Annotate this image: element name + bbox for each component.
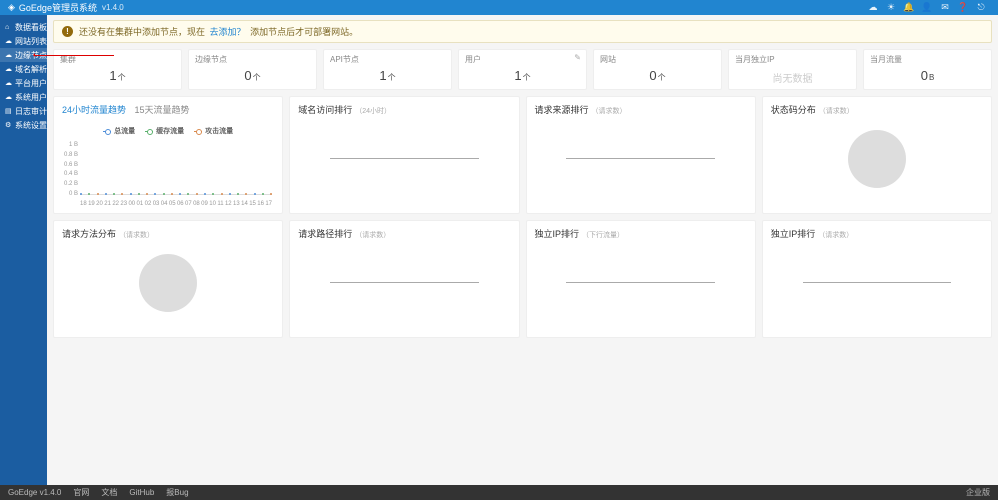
chart-legend: 总流量 缓存流量 攻击流量 [62,126,274,136]
edit-icon[interactable]: ✎ [574,53,581,62]
panel-method-dist: 请求方法分布（请求数） [53,220,283,338]
user-icon[interactable]: 👤 [918,2,936,13]
footer-version: GoEdge v1.4.0 [8,488,61,497]
footer-edition: 企业版 [966,487,990,498]
footer: GoEdge v1.4.0 官网 文档 GitHub 报Bug 企业版 [0,485,998,500]
empty-placeholder [566,158,715,159]
empty-placeholder [330,282,479,283]
stats-row: 集群1个边缘节点0个API节点1个用户✎1个网站0个当月独立IP尚无数据当月流量… [53,49,992,90]
mail-icon[interactable]: ✉ [936,2,954,13]
empty-pie [139,254,197,312]
traffic-tab-15d[interactable]: 15天流量趋势 [135,105,190,115]
alert-banner: ! 还没有在集群中添加节点，现在 去添加？ 添加节点后才可部署网站。 [53,20,992,43]
app-logo[interactable]: ◈ GoEdge管理员系统 v1.4.0 [8,1,124,14]
footer-link-docs[interactable]: 文档 [101,487,117,498]
footer-link-github[interactable]: GitHub [129,488,154,497]
legend-attack: 攻击流量 [205,126,233,136]
stat-card: 边缘节点0个 [188,49,317,90]
traffic-chart: 1 B0.8 B0.6 B0.4 B0.2 B0 B 1819202122230… [62,142,274,207]
empty-placeholder [330,158,479,159]
menu-icon: ⚙ [5,121,12,129]
panel-origin-rank: 请求来源排行（请求数） [526,96,756,214]
panel-domain-rank: 域名访问排行（24小时） [289,96,519,214]
sidebar-item-logs[interactable]: ▤日志审计 [0,104,47,118]
sidebar-item-settings[interactable]: ⚙系统设置 [0,118,47,132]
help-icon[interactable]: ❓ [954,2,972,13]
sidebar-item-users[interactable]: ☁平台用户 [0,76,47,90]
stat-card: 集群1个 [53,49,182,90]
legend-cache: 缓存流量 [156,126,184,136]
menu-icon: ☁ [5,93,12,101]
menu-icon: ▤ [5,107,12,115]
empty-pie [848,130,906,188]
panel-traffic: 24小时流量趋势 15天流量趋势 总流量 缓存流量 攻击流量 1 B0.8 B0… [53,96,283,214]
sidebar-item-edge-nodes[interactable]: ☁边缘节点 [0,48,47,62]
stat-card: 网站0个 [593,49,722,90]
stat-card: 用户✎1个 [458,49,587,90]
panel-path-rank: 请求路径排行（请求数） [289,220,519,338]
warning-icon: ! [62,26,73,37]
panel-status-dist: 状态码分布（请求数） [762,96,992,214]
logout-icon[interactable]: ⎋ [972,2,990,13]
sidebar-item-sites[interactable]: ☁网站列表 [0,34,47,48]
legend-total: 总流量 [114,126,135,136]
stat-card: 当月流量0B [863,49,992,90]
logo-icon: ◈ [8,2,15,13]
app-name: GoEdge管理员系统 [19,1,97,14]
stat-card: 当月独立IP尚无数据 [728,49,857,90]
sidebar-item-dashboard[interactable]: ⌂数据看板 [0,20,47,34]
panel-ip-traffic: 独立IP排行（下行流量） [526,220,756,338]
menu-icon: ☁ [5,37,12,45]
stat-card: API节点1个 [323,49,452,90]
alert-text-1: 还没有在集群中添加节点，现在 [79,27,205,37]
traffic-tab-24h[interactable]: 24小时流量趋势 [62,105,126,115]
menu-icon: ☁ [5,51,12,59]
menu-icon: ⌂ [5,24,12,31]
bell-icon[interactable]: 🔔 [900,2,918,13]
empty-placeholder [803,282,952,283]
topbar: ◈ GoEdge管理员系统 v1.4.0 ☁ ☀ 🔔 👤 ✉ ❓ ⎋ [0,0,998,15]
sidebar-item-admins[interactable]: ☁系统用户 [0,90,47,104]
footer-link-bug[interactable]: 报Bug [166,487,188,498]
empty-placeholder [566,282,715,283]
menu-icon: ☁ [5,65,12,73]
menu-icon: ☁ [5,79,12,87]
sidebar-item-dns[interactable]: ☁域名解析 [0,62,47,76]
app-version: v1.4.0 [102,3,124,12]
cloud-icon[interactable]: ☁ [864,2,882,13]
sun-icon[interactable]: ☀ [882,2,900,13]
footer-link-site[interactable]: 官网 [73,487,89,498]
panel-ip-requests: 独立IP排行（请求数） [762,220,992,338]
alert-text-2: 添加节点后才可部署网站。 [250,27,358,37]
main-content: ! 还没有在集群中添加节点，现在 去添加？ 添加节点后才可部署网站。 集群1个边… [47,15,998,485]
sidebar: ⌂数据看板☁网站列表☁边缘节点☁域名解析☁平台用户☁系统用户▤日志审计⚙系统设置 [0,15,47,485]
alert-link[interactable]: 去添加？ [210,27,246,37]
